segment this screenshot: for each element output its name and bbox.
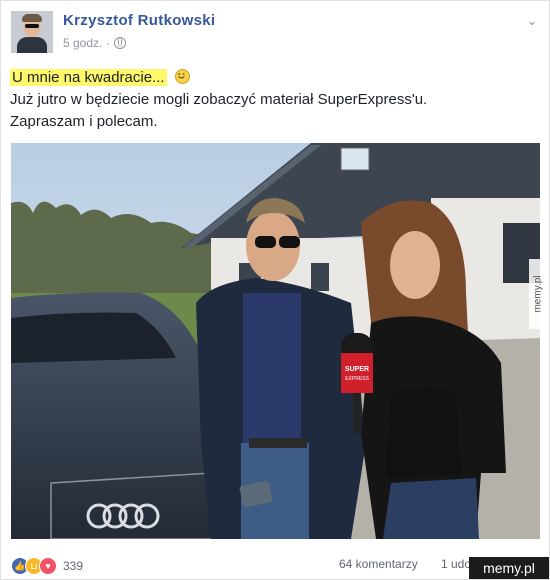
facebook-post: Krzysztof Rutkowski 5 godz. · ⌄ U mnie n… — [0, 0, 550, 580]
post-time[interactable]: 5 godz. — [63, 36, 102, 50]
meta-separator: · — [106, 36, 111, 50]
love-icon: ♥ — [39, 557, 57, 575]
comments-count[interactable]: 64 komentarzy — [339, 557, 418, 571]
highlighted-text: U mnie na kwadracie... — [10, 69, 167, 86]
post-photo[interactable]: SUPER EXPRESS — [11, 143, 540, 539]
chevron-down-icon[interactable]: ⌄ — [525, 13, 539, 28]
mic-label-express: EXPRESS — [345, 376, 369, 382]
author-name[interactable]: Krzysztof Rutkowski — [63, 12, 215, 29]
photo-illustration: SUPER EXPRESS — [11, 143, 540, 539]
avatar-hair — [22, 14, 42, 22]
side-watermark-text: memy.pl — [532, 275, 544, 313]
post-text: U mnie na kwadracie... Już jutro w będzi… — [10, 67, 427, 133]
post-text-line-2: Już jutro w będziecie mogli zobaczyć mat… — [10, 91, 428, 108]
smiley-icon — [174, 69, 190, 84]
corner-watermark: memy.pl — [469, 557, 549, 579]
post-text-line-1: U mnie na kwadracie... — [10, 67, 427, 89]
reactions-bar[interactable]: 👍 ⊔ ♥ 339 — [11, 557, 83, 575]
mic-label-super: SUPER — [345, 366, 369, 373]
side-watermark: memy.pl — [529, 259, 547, 329]
post-meta: 5 godz. · — [63, 36, 127, 50]
globe-icon[interactable] — [114, 37, 127, 49]
avatar-sunglasses — [25, 24, 39, 28]
reaction-count[interactable]: 339 — [63, 559, 83, 573]
roof-window — [340, 147, 370, 171]
avatar-body — [17, 37, 47, 53]
post-text-line-3: Zapraszam i polecam. — [10, 113, 158, 130]
author-avatar[interactable] — [11, 11, 53, 53]
